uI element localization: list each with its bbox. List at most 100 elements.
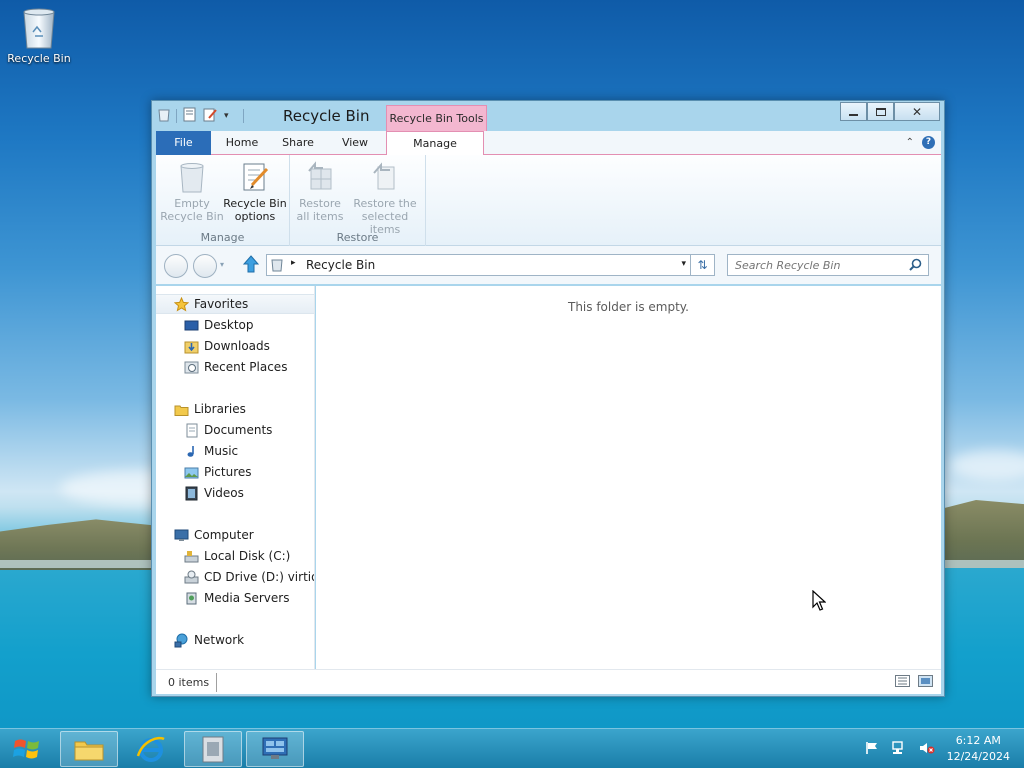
nav-desktop-label: Desktop xyxy=(204,318,254,332)
nav-desktop[interactable]: Desktop xyxy=(184,315,254,335)
nav-media-servers[interactable]: Media Servers xyxy=(184,588,289,608)
nav-documents[interactable]: Documents xyxy=(184,420,272,440)
restore-all-items-button[interactable]: Restore all items xyxy=(294,161,346,223)
title-bar[interactable]: ▾ Recycle Bin Tools Recycle Bin ✕ xyxy=(152,101,944,131)
breadcrumb-chevron-icon[interactable]: ▸ xyxy=(291,258,296,268)
details-view-icon[interactable] xyxy=(895,675,910,690)
restore-group-label: Restore xyxy=(336,231,379,244)
pictures-icon xyxy=(184,465,199,480)
item-count: 0 items xyxy=(168,676,210,689)
media-servers-icon xyxy=(184,591,199,606)
hill-right xyxy=(944,500,1024,568)
close-button[interactable]: ✕ xyxy=(894,102,940,121)
status-bar: 0 items xyxy=(156,669,941,694)
action-center-flag-icon[interactable] xyxy=(865,741,879,758)
nav-videos-label: Videos xyxy=(204,486,244,500)
back-button[interactable] xyxy=(164,254,188,278)
navigation-pane: Favorites Desktop Downloads Recent Place… xyxy=(156,286,315,669)
restore-all-items-label-1: Restore xyxy=(299,197,341,210)
nav-local-disk[interactable]: Local Disk (C:) xyxy=(184,546,290,566)
large-icons-view-icon[interactable] xyxy=(918,675,933,690)
restore-all-items-icon xyxy=(305,161,335,193)
recycle-bin-small-icon xyxy=(158,108,170,125)
search-box[interactable] xyxy=(727,254,929,276)
nav-videos[interactable]: Videos xyxy=(184,483,244,503)
empty-recycle-bin-button[interactable]: Empty Recycle Bin xyxy=(160,161,224,223)
restore-selected-items-button[interactable]: Restore the selected items xyxy=(346,161,424,236)
tab-view[interactable]: View xyxy=(328,131,382,155)
nav-favorites[interactable]: Favorites xyxy=(156,294,314,314)
nav-favorites-label: Favorites xyxy=(194,297,249,311)
recycle-bin-options-label-2: options xyxy=(234,210,276,223)
nav-computer[interactable]: Computer xyxy=(174,525,254,545)
tab-share[interactable]: Share xyxy=(272,131,324,155)
tab-home[interactable]: Home xyxy=(214,131,270,155)
address-recycle-bin-icon xyxy=(271,258,283,275)
tray-clock[interactable]: 6:12 AM 12/24/2024 xyxy=(947,733,1010,765)
empty-recycle-bin-label-1: Empty xyxy=(174,197,210,210)
recycle-bin-options-button[interactable]: Recycle Bin options xyxy=(222,161,288,223)
desktop-icon xyxy=(184,318,199,333)
ribbon-tabs: File Home Share View Manage ⌃ ? xyxy=(156,131,941,156)
start-button[interactable] xyxy=(0,729,54,768)
local-disk-icon xyxy=(184,549,199,564)
properties-icon[interactable] xyxy=(183,107,197,125)
nav-music[interactable]: Music xyxy=(184,441,238,461)
ribbon: Empty Recycle Bin Recycle Bin options Ma… xyxy=(156,155,941,246)
nav-network[interactable]: Network xyxy=(174,630,244,650)
nav-pictures[interactable]: Pictures xyxy=(184,462,252,482)
clock-time: 6:12 AM xyxy=(955,734,1001,747)
restore-selected-items-label-1: Restore the xyxy=(353,197,417,210)
nav-network-label: Network xyxy=(194,633,245,647)
address-field[interactable]: ▸ Recycle Bin ▾ xyxy=(266,254,691,276)
network-tray-icon[interactable] xyxy=(891,740,907,758)
taskbar-recycle-bin-app[interactable] xyxy=(184,731,242,767)
nav-recent-places[interactable]: Recent Places xyxy=(184,357,287,377)
refresh-button[interactable]: ⇅ xyxy=(691,254,715,276)
tab-manage[interactable]: Manage xyxy=(386,131,484,156)
empty-folder-message: This folder is empty. xyxy=(568,300,689,314)
rename-icon[interactable] xyxy=(203,107,218,125)
desktop-recycle-bin[interactable]: Recycle Bin xyxy=(2,6,76,65)
help-icon[interactable]: ? xyxy=(922,136,935,149)
restore-all-items-label-2: all items xyxy=(296,210,344,223)
quick-access-toolbar: ▾ xyxy=(158,107,244,125)
contextual-tab-title: Recycle Bin Tools xyxy=(386,105,487,131)
recycle-bin-icon xyxy=(21,6,57,49)
minimize-button[interactable] xyxy=(840,102,867,121)
computer-icon xyxy=(174,528,189,543)
nav-cd-drive-label: CD Drive (D:) virtio-win xyxy=(204,570,314,584)
view-switcher xyxy=(895,675,933,690)
taskbar-file-explorer[interactable] xyxy=(60,731,118,767)
minimize-ribbon-icon[interactable]: ⌃ xyxy=(906,137,914,148)
nav-local-disk-label: Local Disk (C:) xyxy=(204,549,291,563)
close-icon: ✕ xyxy=(911,104,923,119)
address-dropdown-icon[interactable]: ▾ xyxy=(681,259,686,269)
taskbar-server-manager[interactable] xyxy=(246,731,304,767)
refresh-icon: ⇅ xyxy=(697,258,708,272)
desktop-recycle-bin-label: Recycle Bin xyxy=(7,52,71,65)
up-arrow-icon[interactable] xyxy=(242,255,260,276)
ribbon-help-area: ⌃ ? xyxy=(906,136,935,149)
taskbar: 6:12 AM 12/24/2024 xyxy=(0,728,1024,768)
recent-locations-dropdown-icon[interactable]: ▾ xyxy=(220,260,224,269)
search-icon[interactable] xyxy=(909,258,922,274)
maximize-button[interactable] xyxy=(867,102,894,121)
nav-cd-drive[interactable]: CD Drive (D:) virtio-win xyxy=(184,567,314,587)
nav-downloads[interactable]: Downloads xyxy=(184,336,270,356)
search-input[interactable] xyxy=(728,255,898,275)
empty-recycle-bin-label-2: Recycle Bin xyxy=(160,210,224,223)
nav-recent-places-label: Recent Places xyxy=(204,360,288,374)
recycle-bin-options-icon xyxy=(240,161,270,193)
qat-dropdown-icon[interactable]: ▾ xyxy=(224,111,229,121)
taskbar-internet-explorer[interactable] xyxy=(122,731,180,767)
nav-media-servers-label: Media Servers xyxy=(204,591,290,605)
nav-libraries[interactable]: Libraries xyxy=(174,399,246,419)
status-divider xyxy=(216,673,217,692)
recycle-bin-app-icon xyxy=(202,736,224,763)
tab-file[interactable]: File xyxy=(156,131,211,155)
volume-muted-icon[interactable] xyxy=(919,741,935,758)
forward-button[interactable] xyxy=(193,254,217,278)
file-list[interactable]: This folder is empty. xyxy=(316,286,941,669)
nav-downloads-label: Downloads xyxy=(204,339,270,353)
